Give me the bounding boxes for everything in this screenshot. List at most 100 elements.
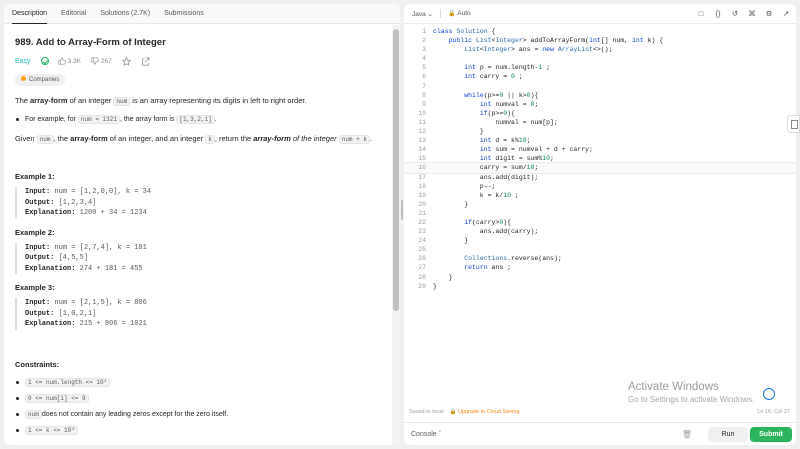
tab-solutions[interactable]: Solutions (2.7K) (100, 4, 150, 24)
code-line[interactable]: 15 int digit = sum%10; (404, 154, 796, 163)
code-line[interactable]: 6 int carry = 0 ; (404, 72, 796, 81)
text-bold-italic: array-form (253, 134, 291, 143)
tab-submissions[interactable]: Submissions (164, 4, 204, 24)
example-output: [1,2,3,4] (58, 198, 97, 207)
code-line[interactable]: 2 public List<Integer> addToArrayForm(in… (404, 36, 796, 45)
code-line[interactable]: 12 } (404, 127, 796, 136)
code-line[interactable]: 7 (404, 82, 796, 91)
notes-icon[interactable] (787, 115, 800, 133)
inline-code: [1,3,2,1] (176, 114, 215, 124)
code-line[interactable]: 20 } (404, 200, 796, 209)
line-number: 1 (422, 28, 426, 35)
fullscreen-icon[interactable]: ↗ (782, 9, 790, 18)
line-number: 7 (422, 82, 426, 90)
settings-icon[interactable]: ⚙ (765, 9, 773, 18)
code-line[interactable]: 27 return ans ; (404, 263, 796, 272)
code-line[interactable]: 10 if(p>=0){ (404, 109, 796, 118)
code-text: carry = sum/10; (433, 164, 539, 172)
example-block: Input: num = [2,7,4], k = 181 Output: [4… (15, 242, 392, 274)
line-number: 21 (418, 209, 426, 217)
code-text: if(carry>0){ (464, 218, 512, 226)
line-number: 4 (422, 55, 426, 63)
code-line[interactable]: 17 ans.add(digit); (404, 173, 796, 182)
code-token: 10 (526, 164, 535, 172)
thumbs-down-icon (91, 57, 99, 65)
problem-panel: Description Editorial Solutions (2.7K) S… (4, 4, 400, 445)
reset-icon[interactable]: ↺ (731, 9, 739, 18)
line-number: 17 (418, 173, 426, 181)
code-line[interactable]: 25 (404, 245, 796, 254)
divider (440, 9, 441, 18)
code-token: 0 (526, 91, 531, 99)
code-text: int digit = sum%10; (479, 155, 554, 163)
code-line[interactable]: 3 List<Integer> ans = new ArrayList<>(); (404, 45, 796, 54)
language-select[interactable]: Java ⌄ (412, 10, 433, 18)
code-line[interactable]: 11 numval = num[p]; (404, 118, 796, 127)
code-line[interactable]: 16 carry = sum/10; (404, 162, 796, 174)
code-text: while(p>=0 || k>0){ (464, 91, 539, 99)
line-number: 12 (418, 128, 426, 136)
example-title: Example 2: (15, 227, 55, 237)
companies-tag[interactable]: Companies (15, 74, 66, 86)
code-line[interactable]: 21 (404, 209, 796, 218)
tab-editorial[interactable]: Editorial (61, 4, 86, 24)
upgrade-link[interactable]: 🔒 Upgrade to Cloud Saving (450, 409, 520, 415)
help-chat-icon[interactable] (763, 388, 775, 400)
code-line[interactable]: 13 int d = k%10; (404, 136, 796, 145)
problem-task: Given num, the array-form of an integer,… (15, 133, 385, 145)
like-count: 3.3K (67, 57, 81, 65)
tab-description[interactable]: Description (12, 4, 48, 24)
trash-icon[interactable]: 🗑 (682, 430, 692, 439)
code-token: int (464, 73, 476, 81)
problem-intro: The array-form of an integer num is an a… (15, 95, 385, 107)
scrollbar-thumb[interactable] (393, 29, 399, 311)
bookmark-icon[interactable]: □ (697, 9, 705, 18)
code-line[interactable]: 19 k = k/10 ; (404, 191, 796, 200)
code-token: int (479, 100, 492, 108)
solved-check-icon (40, 57, 49, 65)
code-token: 10 (542, 155, 551, 163)
code-token: class (433, 28, 453, 35)
submit-button[interactable]: Submit (750, 427, 792, 442)
share-button[interactable] (141, 57, 150, 66)
code-panel: Java ⌄ 🔒 Auto □ {} ↺ ⌘ ⚙ ↗ 1 class Soluti… (404, 4, 796, 445)
braces-icon[interactable]: {} (714, 9, 722, 18)
console-toggle[interactable]: Console ˆ (411, 431, 441, 438)
line-number: 13 (418, 137, 426, 145)
like-button[interactable]: 3.3K (58, 57, 81, 65)
bullet-dot (16, 117, 19, 121)
code-line[interactable]: 26 Collections.reverse(ans); (404, 254, 796, 263)
code-line[interactable]: 14 int sum = numval + d + carry; (404, 145, 796, 154)
line-number: 28 (418, 273, 426, 281)
code-text: } (433, 273, 453, 281)
code-line[interactable]: 29} (404, 282, 796, 291)
problem-title[interactable]: 989. Add to Array-Form of Integer (15, 36, 392, 50)
code-line[interactable]: 9 int numval = 0; (404, 100, 796, 109)
code-line[interactable]: 22 if(carry>0){ (404, 218, 796, 227)
run-button[interactable]: Run (708, 427, 748, 442)
dislike-button[interactable]: 267 (91, 57, 112, 65)
code-line[interactable]: 24 } (404, 236, 796, 245)
example-block: Input: num = [2,1,5], k = 806 Output: [1… (15, 298, 392, 330)
code-line[interactable]: 18 p--; (404, 182, 796, 191)
code-line[interactable]: 28 } (404, 273, 796, 282)
code-token: Integer (495, 37, 523, 45)
example-input: num = [2,1,5], k = 806 (54, 299, 147, 307)
text: is an array representing its digits in l… (130, 96, 307, 105)
code-line[interactable]: 4 (404, 54, 796, 63)
mode-label[interactable]: Auto (457, 10, 470, 17)
code-editor[interactable]: 1 class Solution {2 public List<Integer> … (404, 27, 796, 407)
code-line[interactable]: 23 ans.add(carry); (404, 227, 796, 236)
text: , the (53, 134, 71, 143)
star-icon (121, 56, 131, 66)
text: Given (15, 134, 37, 143)
code-line[interactable]: 8 while(p>=0 || k>0){ (404, 91, 796, 100)
code-text: int p = num.length-1 ; (464, 64, 551, 72)
code-line[interactable]: 5 int p = num.length-1 ; (404, 63, 796, 72)
description-scrollbar[interactable] (392, 25, 400, 445)
shortcut-icon[interactable]: ⌘ (748, 9, 756, 18)
windows-watermark-sub: Go to Settings to activate Windows. (628, 395, 755, 404)
favorite-button[interactable] (121, 56, 131, 66)
code-line[interactable]: 1 class Solution { (404, 27, 796, 36)
